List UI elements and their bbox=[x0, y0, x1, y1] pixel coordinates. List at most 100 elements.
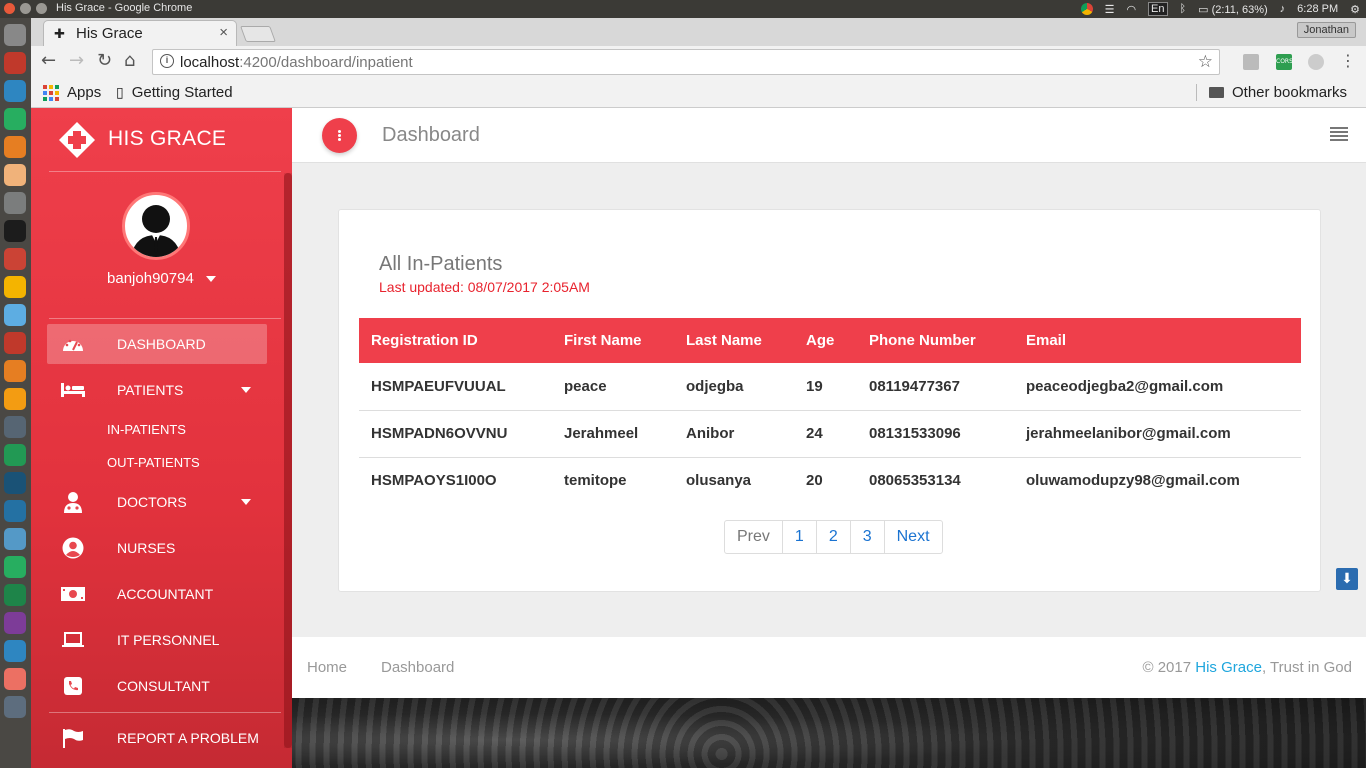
column-header[interactable]: First Name bbox=[552, 318, 674, 363]
settings-gear-icon[interactable]: ⚙ bbox=[1350, 3, 1360, 16]
sidebar-item-nurses[interactable]: NURSES bbox=[47, 528, 267, 568]
site-info-icon[interactable]: i bbox=[160, 54, 174, 68]
sidebar-item-label: ACCOUNTANT bbox=[117, 586, 214, 602]
table-row[interactable]: HSMPAEUFVUUAL peace odjegba 19 081194773… bbox=[359, 363, 1301, 410]
footer-link-dashboard[interactable]: Dashboard bbox=[381, 659, 454, 676]
brand-name: HIS GRACE bbox=[108, 127, 227, 150]
calc-app-icon[interactable] bbox=[4, 108, 26, 130]
cors-extension-icon[interactable]: CORS bbox=[1276, 54, 1293, 70]
terminal-app-icon[interactable] bbox=[4, 220, 26, 242]
sidebar-item-it-personnel[interactable]: IT PERSONNEL bbox=[47, 620, 267, 660]
bluetooth-icon[interactable]: ᛒ bbox=[1180, 3, 1187, 15]
copyright-brand-link[interactable]: His Grace bbox=[1195, 659, 1262, 676]
sidebar-item-label: NURSES bbox=[117, 540, 176, 556]
column-header[interactable]: Age bbox=[794, 318, 857, 363]
sidebar-item-doctors[interactable]: DOCTORS bbox=[47, 482, 267, 522]
pager-page-2[interactable]: 2 bbox=[815, 521, 850, 553]
back-arrow-icon[interactable]: ← bbox=[41, 52, 56, 70]
bookmark-apps[interactable]: Apps bbox=[43, 84, 101, 101]
vscode-app-icon[interactable] bbox=[4, 500, 26, 522]
copyright-prefix: © 2017 bbox=[1142, 659, 1196, 676]
extension-puzzle-icon[interactable] bbox=[1243, 54, 1259, 70]
home-icon[interactable]: ⌂ bbox=[124, 52, 135, 70]
scroll-down-arrow-icon[interactable]: ⬇ bbox=[1336, 568, 1358, 590]
ubuntu-app-icon[interactable] bbox=[4, 416, 26, 438]
copyright-suffix: , Trust in God bbox=[1261, 659, 1352, 676]
pager-page-1[interactable]: 1 bbox=[781, 521, 816, 553]
volume-icon[interactable]: ♪ bbox=[1280, 3, 1286, 15]
reload-icon[interactable]: ↻ bbox=[97, 52, 112, 70]
gimp-app-icon[interactable] bbox=[4, 584, 26, 606]
table-row[interactable]: HSMPAOYS1I00O temitope olusanya 20 08065… bbox=[359, 457, 1301, 504]
column-header[interactable]: Registration ID bbox=[359, 318, 552, 363]
upload-app-icon[interactable] bbox=[4, 640, 26, 662]
table-row[interactable]: HSMPADN6OVVNU Jerahmeel Anibor 24 081315… bbox=[359, 410, 1301, 457]
bookmark-other[interactable]: Other bookmarks bbox=[1196, 84, 1347, 101]
writer-app-icon[interactable] bbox=[4, 80, 26, 102]
brand[interactable]: HIS GRACE bbox=[58, 121, 227, 158]
sidebar-item-dashboard[interactable]: DASHBOARD bbox=[47, 324, 267, 364]
favicon-icon: ✚ bbox=[54, 26, 65, 41]
sidebar-item-label: DASHBOARD bbox=[117, 336, 206, 352]
menu-tray-icon[interactable]: ☰ bbox=[1105, 3, 1115, 16]
address-bar[interactable]: i localhost:4200/dashboard/inpatient ☆ bbox=[152, 49, 1220, 75]
r-app-icon[interactable] bbox=[4, 528, 26, 550]
sidebar-item-patients[interactable]: PATIENTS bbox=[47, 370, 267, 410]
battery-status[interactable]: ▭ (2:11, 63%) bbox=[1198, 3, 1268, 16]
sidebar-scrollbar[interactable] bbox=[284, 173, 292, 748]
column-header[interactable]: Last Name bbox=[674, 318, 794, 363]
sidebar-subitem-in-patients[interactable]: IN-PATIENTS bbox=[107, 422, 186, 437]
chromium-app-icon[interactable] bbox=[4, 304, 26, 326]
forward-arrow-icon[interactable]: → bbox=[69, 52, 84, 70]
minimize-window-button[interactable] bbox=[20, 3, 31, 14]
vlc-app-icon[interactable] bbox=[4, 388, 26, 410]
screenshot-app-icon[interactable] bbox=[4, 668, 26, 690]
maximize-window-button[interactable] bbox=[36, 3, 47, 14]
sync-app-icon[interactable] bbox=[4, 556, 26, 578]
eclipse-app-icon[interactable] bbox=[4, 612, 26, 634]
profile-button[interactable]: Jonathan bbox=[1296, 22, 1356, 38]
pager-prev-button[interactable]: Prev bbox=[725, 521, 782, 553]
avatar[interactable] bbox=[122, 192, 190, 260]
wifi-icon[interactable]: ◠ bbox=[1126, 3, 1136, 16]
pycharm-app-icon[interactable] bbox=[4, 444, 26, 466]
tab-title: His Grace bbox=[76, 25, 143, 42]
software-center-icon[interactable] bbox=[4, 136, 26, 158]
opera-app-icon[interactable] bbox=[4, 332, 26, 354]
sidebar-item-accountant[interactable]: ACCOUNTANT bbox=[47, 574, 267, 614]
list-view-icon[interactable] bbox=[1330, 127, 1348, 141]
intellij-app-icon[interactable] bbox=[4, 472, 26, 494]
sidebar-item-report-problem[interactable]: REPORT A PROBLEM bbox=[47, 718, 267, 758]
clock[interactable]: 6:28 PM bbox=[1297, 3, 1338, 15]
more-vertical-icon bbox=[338, 129, 341, 142]
column-header[interactable]: Email bbox=[1014, 318, 1301, 363]
sidebar-subitem-out-patients[interactable]: OUT-PATIENTS bbox=[107, 455, 200, 470]
user-menu[interactable]: banjoh90794 bbox=[31, 270, 292, 287]
browser-menu-icon[interactable]: ⋮ bbox=[1340, 52, 1356, 70]
column-header[interactable]: Phone Number bbox=[857, 318, 1014, 363]
chrome-app-icon[interactable] bbox=[4, 276, 26, 298]
tab-his-grace[interactable]: ✚ His Grace × bbox=[43, 20, 237, 46]
sidebar-item-consultant[interactable]: CONSULTANT bbox=[47, 666, 267, 706]
footer-link-home[interactable]: Home bbox=[307, 659, 347, 676]
sidebar-item-label: DOCTORS bbox=[117, 494, 187, 510]
username: banjoh90794 bbox=[107, 270, 194, 287]
ghost-extension-icon[interactable] bbox=[1308, 54, 1324, 70]
settings-app-icon[interactable] bbox=[4, 192, 26, 214]
files-app-icon[interactable] bbox=[4, 52, 26, 74]
notes-app-icon[interactable] bbox=[4, 164, 26, 186]
tool-app-icon[interactable] bbox=[4, 248, 26, 270]
keyboard-layout[interactable]: En bbox=[1148, 2, 1168, 16]
bookmark-getting-started[interactable]: ▯ Getting Started bbox=[116, 84, 233, 101]
search-dash-icon[interactable] bbox=[4, 24, 26, 46]
new-tab-button[interactable] bbox=[240, 26, 276, 42]
chrome-tray-icon[interactable] bbox=[1080, 3, 1093, 15]
pager-next-button[interactable]: Next bbox=[883, 521, 942, 553]
more-options-button[interactable] bbox=[322, 118, 357, 153]
bookmark-star-icon[interactable]: ☆ bbox=[1198, 52, 1213, 72]
trash-app-icon[interactable] bbox=[4, 696, 26, 718]
close-window-button[interactable] bbox=[4, 3, 15, 14]
firefox-app-icon[interactable] bbox=[4, 360, 26, 382]
close-tab-icon[interactable]: × bbox=[219, 24, 228, 41]
pager-page-3[interactable]: 3 bbox=[849, 521, 884, 553]
